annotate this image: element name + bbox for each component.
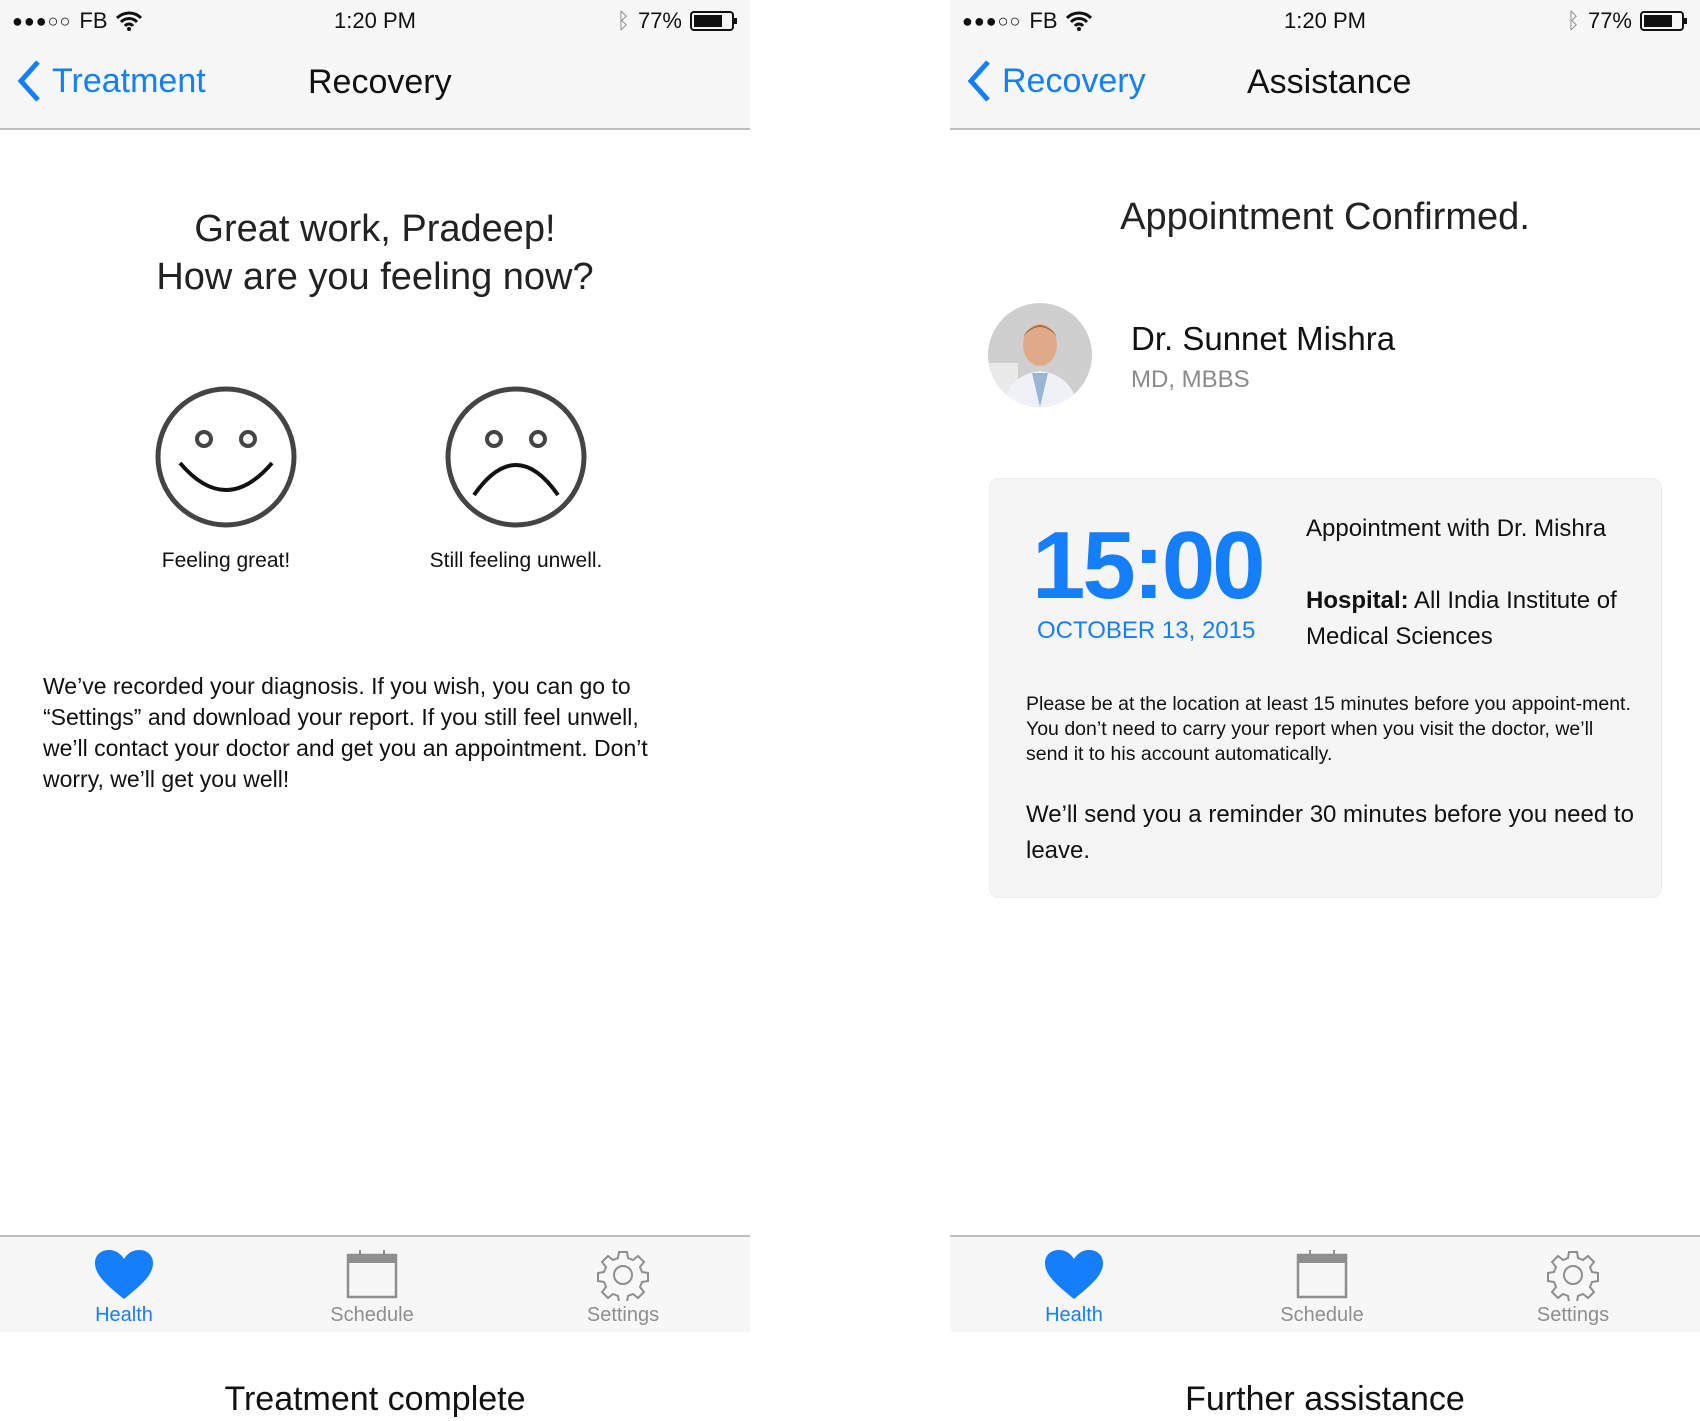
tab-label: Settings: [586, 1304, 660, 1326]
tab-settings[interactable]: Settings: [543, 1237, 703, 1332]
appointment-time: 15:00: [1032, 512, 1266, 619]
chevron-left-icon: [17, 60, 40, 102]
navigation-bar: Recovery Assistance: [950, 45, 1700, 130]
nav-title: Recovery: [308, 63, 452, 101]
status-bar: ●●●○○ FB 1:20 PM ᛒ 77%: [0, 0, 750, 45]
appointment-with: Appointment with Dr. Mishra: [1306, 515, 1607, 542]
tab-bar: Health Schedule Settings: [950, 1235, 1700, 1332]
chevron-left-icon: [967, 60, 990, 102]
appointment-note: Please be at the location at least 15 mi…: [1026, 693, 1631, 765]
back-label: Recovery: [1002, 61, 1146, 100]
page-heading: Great work, Pradeep! How are you feeling…: [0, 205, 750, 301]
still-unwell-option[interactable]: Still feeling unwell.: [396, 385, 636, 573]
option-label: Feeling great!: [161, 549, 291, 572]
hospital-label: Hospital:: [1306, 587, 1409, 614]
back-label: Treatment: [52, 61, 206, 100]
smiley-face-icon: [155, 386, 297, 528]
screen-caption: Further assistance: [1185, 1380, 1465, 1418]
tab-label: Health: [1045, 1304, 1103, 1326]
battery-percent: 77%: [637, 8, 682, 33]
tab-bar: Health Schedule Settings: [0, 1235, 750, 1332]
doctor-name: Dr. Sunnet Mishra: [1131, 320, 1396, 357]
screen-caption: Treatment complete: [224, 1380, 526, 1418]
tab-label: Health: [95, 1304, 153, 1326]
appointment-date: OCTOBER 13, 2015: [1037, 617, 1256, 644]
calendar-icon: [346, 1250, 398, 1299]
battery-icon: [690, 11, 737, 31]
heading-line-1: Great work, Pradeep!: [194, 208, 556, 250]
tab-health[interactable]: Health: [44, 1237, 204, 1332]
gear-icon: [1547, 1251, 1599, 1301]
tab-label: Settings: [1536, 1304, 1610, 1326]
hospital-info: Hospital: All India Institute of Medical…: [1306, 583, 1636, 655]
option-label: Still feeling unwell.: [429, 549, 603, 572]
navigation-bar: Treatment Recovery: [0, 45, 750, 130]
nav-title: Assistance: [1247, 63, 1412, 101]
doctor-avatar: [988, 303, 1092, 407]
back-button[interactable]: Recovery: [966, 59, 1146, 103]
gear-icon: [597, 1251, 649, 1301]
bluetooth-icon: ᛒ: [616, 8, 630, 33]
assistance-screen: ●●●○○ FB 1:20 PM ᛒ 77% Recovery Assistance…: [950, 0, 1700, 1332]
battery-percent: 77%: [1587, 8, 1632, 33]
appointment-card: 15:00 OCTOBER 13, 2015 Appointment with …: [989, 478, 1662, 898]
doctor-qualifications: MD, MBBS: [1131, 366, 1250, 393]
calendar-icon: [1296, 1250, 1348, 1299]
tab-settings[interactable]: Settings: [1493, 1237, 1653, 1332]
tab-schedule[interactable]: Schedule: [292, 1237, 452, 1332]
tab-health[interactable]: Health: [994, 1237, 1154, 1332]
sad-face-icon: [445, 386, 587, 528]
back-button[interactable]: Treatment: [16, 59, 206, 103]
tab-label: Schedule: [330, 1304, 414, 1326]
battery-icon: [1640, 11, 1687, 31]
reminder-text: We’ll send you a reminder 30 minutes bef…: [1026, 801, 1634, 864]
recovery-screen: ●●●○○ FB 1:20 PM ᛒ 77% Treatment Recovery …: [0, 0, 750, 1332]
page-heading: Appointment Confirmed.: [1120, 196, 1530, 238]
bluetooth-icon: ᛒ: [1566, 8, 1580, 33]
heart-icon: [1045, 1250, 1103, 1299]
body-text: We’ve recorded your diagnosis. If you wi…: [43, 673, 648, 792]
status-bar: ●●●○○ FB 1:20 PM ᛒ 77%: [950, 0, 1700, 45]
heart-icon: [95, 1250, 153, 1299]
tab-label: Schedule: [1280, 1304, 1364, 1326]
heading-line-2: How are you feeling now?: [156, 256, 594, 298]
feeling-great-option[interactable]: Feeling great!: [126, 385, 326, 573]
tab-schedule[interactable]: Schedule: [1242, 1237, 1402, 1332]
